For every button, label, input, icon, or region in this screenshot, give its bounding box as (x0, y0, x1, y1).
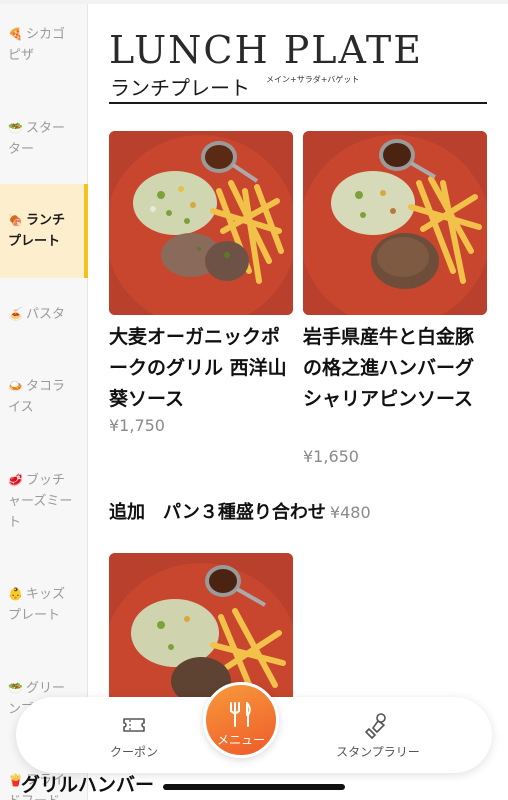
pizza-icon: 🍕 (8, 27, 23, 41)
extra-option-price: ¥480 (329, 503, 371, 522)
section-title-jp: ランチプレート (110, 76, 250, 100)
coupon-nav-label: クーポン (109, 745, 158, 759)
ticket-icon (123, 718, 145, 732)
next-item-name-peek[interactable]: グリルハンバー (21, 770, 154, 797)
stamp-rally-nav-label: スタンプラリー (336, 745, 420, 759)
sidebar-item-starter[interactable]: 🥗 スター ター (0, 118, 88, 160)
coupon-nav-button[interactable]: クーポン (78, 697, 190, 773)
section-title-en: LUNCH PLATE (109, 28, 423, 72)
steak-icon: 🥩 (8, 473, 23, 487)
menu-nav-button[interactable]: メニュー (203, 682, 279, 758)
fork-knife-icon (230, 702, 251, 727)
category-sidebar: 🍕 シカゴ ピザ 🥗 スター ター 🍖 ランチ プレート 🍝 パスタ 🍛 タコラ イス 🥩 ブッチャ… (0, 4, 88, 800)
pasta-icon: 🍝 (8, 307, 23, 321)
menu-nav-label: メニュー (216, 733, 265, 747)
item-photo-pork-grill[interactable] (109, 131, 293, 315)
stamp-rally-nav-button[interactable]: スタンプラリー (316, 697, 440, 773)
sidebar-item-label: パスタ (25, 307, 65, 322)
stamp-icon (365, 713, 386, 739)
extra-option[interactable]: 追加 パン３種盛り合わせ ¥480 (109, 498, 371, 524)
item-name[interactable]: 大麦オーガニックポークのグリル 西洋山葵ソース (109, 322, 293, 415)
extra-option-label: 追加 パン３種盛り合わせ (109, 502, 326, 523)
item-name[interactable]: 岩手県産牛と白金豚の格之進ハンバーグ シャリアピンソース (303, 322, 487, 415)
sidebar-item-taco-rice[interactable]: 🍛 タコラ イス (0, 376, 88, 418)
title-divider (109, 102, 487, 104)
item-price: ¥1,650 (303, 447, 359, 466)
item-photo-grill-hamburg[interactable] (109, 553, 293, 703)
food-photo (303, 131, 487, 315)
sidebar-item-chicago-pizza[interactable]: 🍕 シカゴ ピザ (0, 24, 88, 66)
home-indicator[interactable] (163, 784, 345, 790)
salad-icon: 🥗 (8, 681, 23, 695)
menu-content: LUNCH PLATE ランチプレート メイン+サラダ+バゲット 大麦オーガニッ… (88, 4, 508, 800)
item-price: ¥1,750 (109, 416, 165, 435)
sidebar-item-pasta[interactable]: 🍝 パスタ (0, 304, 88, 325)
sidebar-item-kids-plate[interactable]: 👶 キッズ プレート (0, 584, 88, 626)
section-subtitle: メイン+サラダ+バゲット (266, 75, 360, 84)
curry-icon: 🍛 (8, 379, 23, 393)
sidebar-item-lunch-plate[interactable]: 🍖 ランチ プレート (0, 184, 88, 278)
meat-icon: 🍖 (8, 213, 23, 227)
food-photo (109, 553, 293, 703)
food-photo (109, 131, 293, 315)
item-photo-hamburg[interactable] (303, 131, 487, 315)
baby-icon: 👶 (8, 587, 23, 601)
sidebar-item-butchers-meat[interactable]: 🥩 ブッチ ャーズミート (0, 470, 88, 533)
salad-icon: 🥗 (8, 121, 23, 135)
